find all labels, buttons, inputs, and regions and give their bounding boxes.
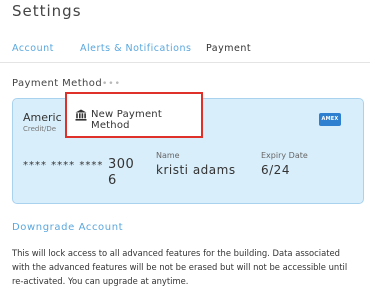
bank-icon xyxy=(75,109,87,121)
card-name-label: Name xyxy=(156,151,180,160)
card-number-last-digits: 300 6 xyxy=(108,157,135,188)
new-payment-method-menu-item[interactable]: New Payment Method xyxy=(65,92,203,138)
tab-account[interactable]: Account xyxy=(12,43,54,54)
tab-alerts-notifications[interactable]: Alerts & Notifications xyxy=(80,43,191,54)
downgrade-description: This will lock access to all advanced fe… xyxy=(12,248,348,286)
page-title: Settings xyxy=(12,2,82,20)
card-type-label: Credit/De xyxy=(23,125,57,133)
downgrade-account-link[interactable]: Downgrade Account xyxy=(12,222,123,233)
settings-tabs: Account Alerts & Notifications Payment xyxy=(0,40,370,63)
card-expiry-label: Expiry Date xyxy=(261,151,308,160)
card-name-value: kristi adams xyxy=(156,163,236,177)
card-expiry-value: 6/24 xyxy=(261,163,290,177)
tab-payment[interactable]: Payment xyxy=(206,43,251,54)
card-number-mask: **** **** **** xyxy=(23,160,104,171)
amex-card-icon: AMEX xyxy=(319,113,341,126)
ellipsis-icon[interactable]: ••• xyxy=(102,79,121,89)
new-payment-method-label: New Payment Method xyxy=(91,109,162,131)
card-brand-label: Americ xyxy=(23,111,62,124)
payment-method-heading: Payment Method xyxy=(12,78,103,89)
